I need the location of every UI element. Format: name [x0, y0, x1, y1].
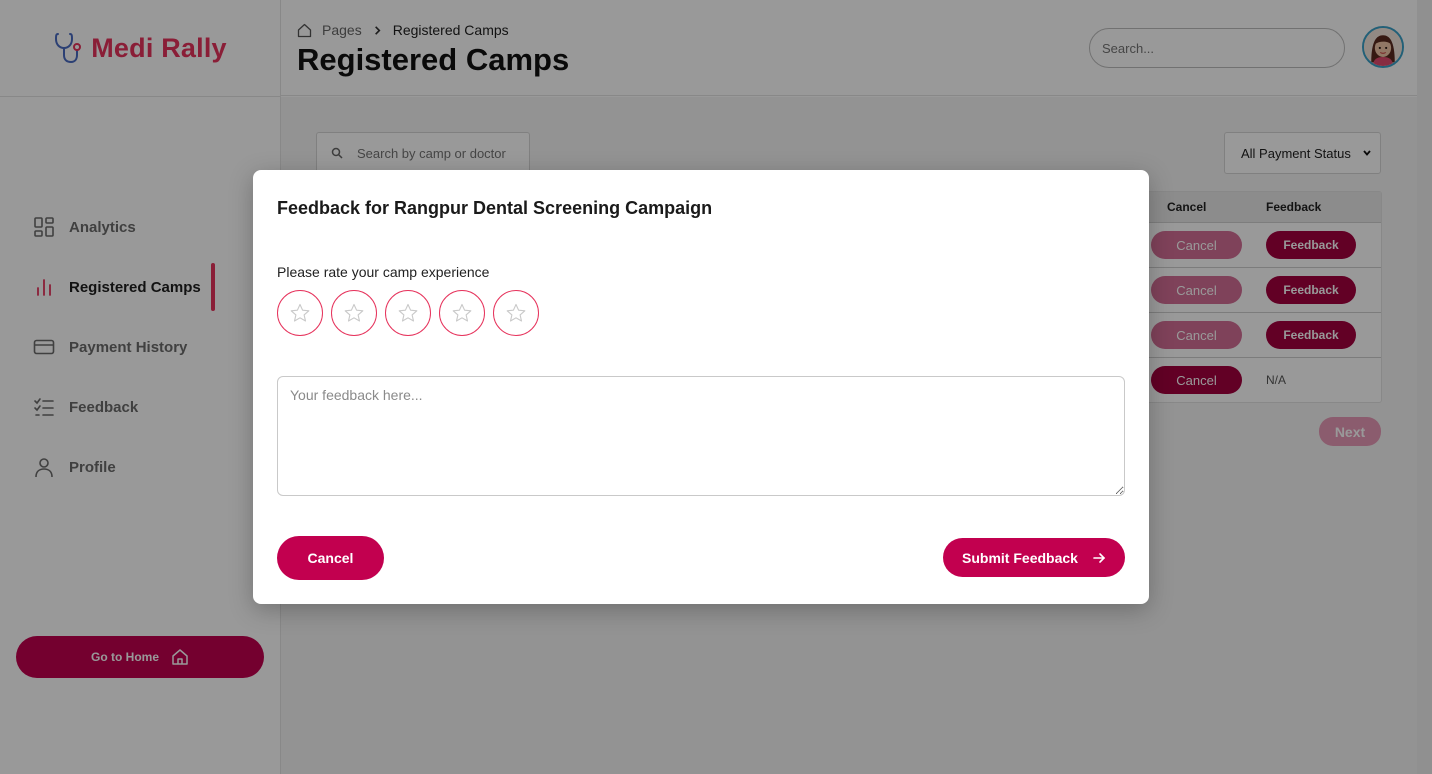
modal-title: Feedback for Rangpur Dental Screening Ca… — [277, 198, 713, 218]
star-rating-4[interactable] — [439, 290, 485, 336]
star-rating-5[interactable] — [493, 290, 539, 336]
submit-feedback-label: Submit Feedback — [962, 549, 1078, 566]
star-icon — [506, 303, 526, 322]
star-rating-2[interactable] — [331, 290, 377, 336]
submit-feedback-button[interactable]: Submit Feedback — [943, 538, 1125, 577]
modal-cancel-button[interactable]: Cancel — [277, 536, 384, 580]
star-rating-1[interactable] — [277, 290, 323, 336]
star-icon — [344, 303, 364, 322]
star-rating — [277, 290, 539, 336]
feedback-textarea[interactable] — [277, 376, 1125, 496]
star-icon — [398, 303, 418, 322]
rating-label: Please rate your camp experience — [277, 264, 490, 280]
star-icon — [290, 303, 310, 322]
star-rating-3[interactable] — [385, 290, 431, 336]
feedback-modal: Feedback for Rangpur Dental Screening Ca… — [253, 170, 1149, 604]
arrow-right-icon — [1093, 552, 1106, 563]
star-icon — [452, 303, 472, 322]
